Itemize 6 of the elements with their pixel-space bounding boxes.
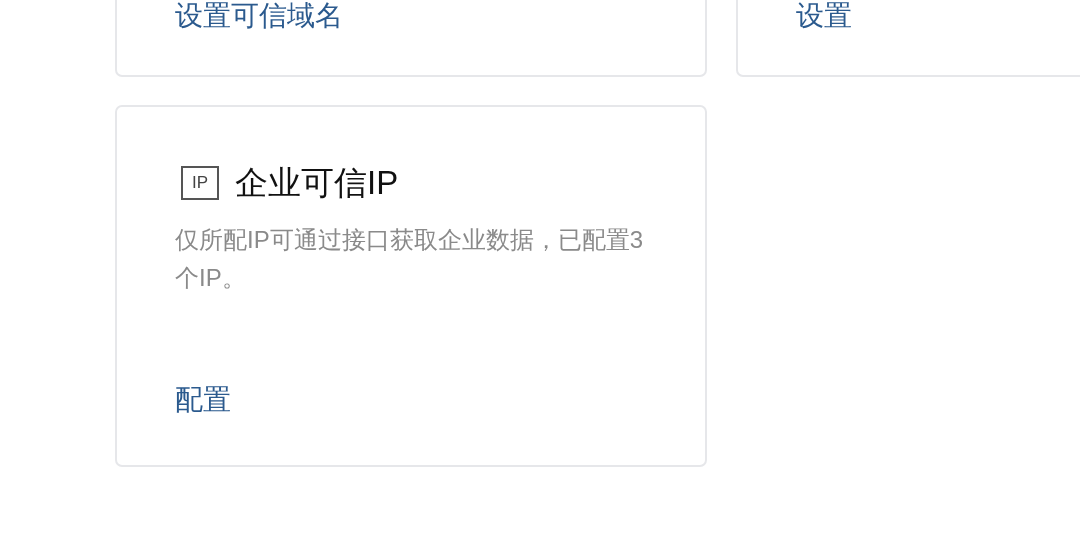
configure-link[interactable]: 配置 xyxy=(175,383,231,417)
ip-badge: IP xyxy=(181,166,219,200)
settings-link[interactable]: 设置 xyxy=(796,0,852,33)
settings-link[interactable]: 设置可信域名 xyxy=(175,0,343,33)
card-title: 企业可信IP xyxy=(235,163,399,203)
card-description: 仅所配IP可通过接口获取企业数据，已配置3个IP。 xyxy=(175,225,645,293)
